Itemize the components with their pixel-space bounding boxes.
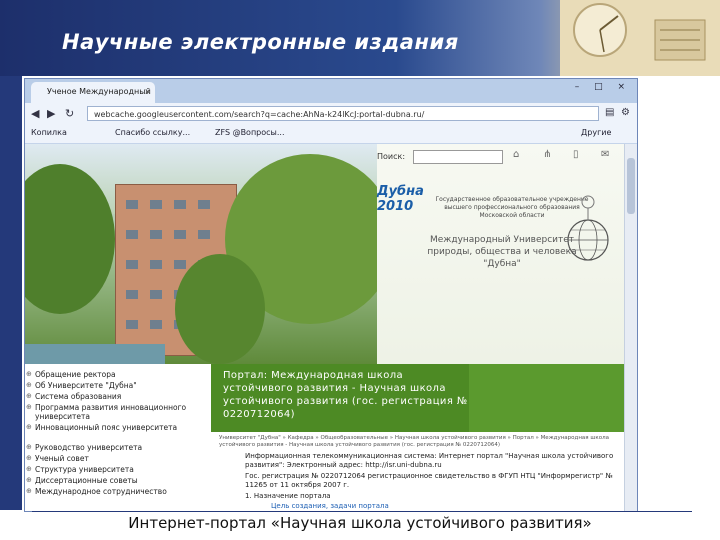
sidebar-item[interactable]: ⊕ Программа развития инновационного униве… <box>26 403 211 421</box>
url-field[interactable]: webcache.googleusercontent.com/search?q=… <box>87 106 599 121</box>
dubna-logo[interactable]: Дубна 2010 <box>377 184 424 224</box>
page-viewport: Поиск: ⌂ ⋔ ▯ ✉ Дубна 2010 Государственно… <box>25 144 625 511</box>
slide-caption: Интернет-портал «Научная школа устойчиво… <box>128 514 592 532</box>
tab-bar: Ученое Международный у... × – □ × <box>25 79 637 116</box>
print-icon[interactable]: ▯ <box>573 149 579 160</box>
sidebar-item[interactable]: ⊕ Инновационный пояс университета <box>26 423 211 432</box>
campus-photo <box>25 144 377 364</box>
sidebar-item[interactable]: ⊕ Обращение ректора <box>26 370 211 379</box>
vertical-scrollbar[interactable] <box>624 144 637 511</box>
content-link[interactable]: Цель создания, задачи портала <box>271 502 625 511</box>
slide-header: Научные электронные издания <box>0 0 720 76</box>
sidebar-item[interactable]: ⊕ Система образования <box>26 392 211 401</box>
slide-title: Научные электронные издания <box>62 30 459 54</box>
sidebar-item[interactable]: ⊕ Международное сотрудничество <box>26 487 211 496</box>
breadcrumb[interactable]: Университет "Дубна" » Кафедра » Общеобра… <box>219 435 619 449</box>
globe-emblem-icon <box>567 195 609 261</box>
sidebar-menu: ⊕ Обращение ректора ⊕ Об Университете "Дуб… <box>25 366 211 511</box>
page-menu-icon[interactable]: ▤ <box>605 107 614 118</box>
mail-icon[interactable]: ✉ <box>601 149 609 160</box>
other-bookmarks[interactable]: Другие <box>581 128 611 137</box>
pond <box>25 344 165 364</box>
section-title: 1. Назначение портала <box>245 492 331 500</box>
slide-left-strip <box>0 76 22 510</box>
back-icon[interactable]: ◀ <box>31 107 39 120</box>
scroll-thumb[interactable] <box>627 158 635 214</box>
search-input[interactable] <box>413 150 503 164</box>
sitemap-icon[interactable]: ⋔ <box>543 149 551 160</box>
bookmark-item[interactable]: Спасибо ссылку... <box>115 128 190 137</box>
home-icon[interactable]: ⌂ <box>513 149 519 160</box>
bookmark-item[interactable]: Копилка <box>31 128 67 137</box>
settings-icon[interactable]: ⚙ <box>621 107 630 118</box>
decorative-collage-icon <box>560 0 720 76</box>
sidebar-item[interactable]: ⊕ Об Университете "Дубна" <box>26 381 211 390</box>
bookmark-item[interactable]: ZFS @Вопросы... <box>215 128 285 137</box>
browser-tab[interactable]: Ученое Международный у... × <box>31 82 155 116</box>
sidebar-item[interactable]: ⊕ Диссертационные советы <box>26 476 211 485</box>
search-label: Поиск: <box>377 152 406 161</box>
window-controls[interactable]: – □ × <box>575 82 631 92</box>
caption-divider <box>32 511 692 512</box>
sidebar-item[interactable]: ⊕ Руководство университета <box>26 443 211 452</box>
intro-paragraph: Информационная телекоммуникационная сист… <box>245 452 614 469</box>
registration-paragraph: Гос. регистрация № 0220712064 регистраци… <box>245 472 613 489</box>
site-header-panel: Поиск: ⌂ ⋔ ▯ ✉ Дубна 2010 Государственно… <box>377 144 625 364</box>
portal-title: Портал: Международная школа устойчивого … <box>223 370 468 420</box>
tab-close-icon[interactable]: × <box>144 82 151 102</box>
sidebar-item[interactable]: ⊕ Структура университета <box>26 465 211 474</box>
bookmarks-bar: Копилка Спасибо ссылку... ZFS @Вопросы..… <box>25 125 637 144</box>
main-content: Университет "Дубна" » Кафедра » Общеобра… <box>211 432 625 511</box>
address-bar: ◀ ▶ ↻ webcache.googleusercontent.com/sea… <box>25 103 637 126</box>
tree <box>175 254 265 364</box>
reload-icon[interactable]: ↻ <box>65 107 74 120</box>
forward-icon[interactable]: ▶ <box>47 107 55 120</box>
portal-banner: Портал: Международная школа устойчивого … <box>211 364 625 432</box>
sidebar-item[interactable]: ⊕ Ученый совет <box>26 454 211 463</box>
browser-window: Ученое Международный у... × – □ × ◀ ▶ ↻ … <box>24 78 638 512</box>
university-name: Международный Университет природы, общес… <box>427 235 577 269</box>
